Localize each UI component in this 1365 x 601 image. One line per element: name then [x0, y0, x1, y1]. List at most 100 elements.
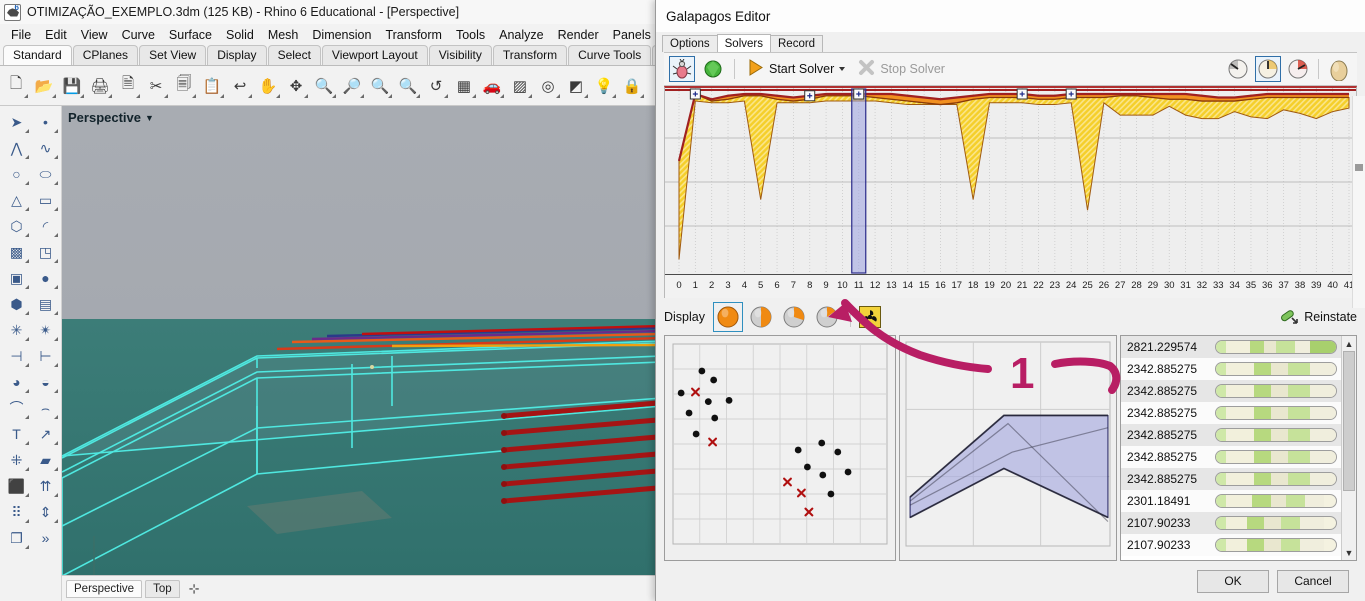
mirror-icon[interactable]: ▰ [31, 447, 60, 473]
render-car-icon[interactable]: 🚗 [479, 73, 505, 99]
open-folder-icon[interactable]: 📂 [31, 73, 57, 99]
rhino-tab-display[interactable]: Display [207, 45, 267, 65]
copy-icon[interactable]: 🗐 [171, 73, 197, 99]
boolean-difference-icon[interactable]: ◕ [2, 369, 31, 395]
polyline-icon[interactable]: ⋀ [2, 135, 31, 161]
chevron-up-icon[interactable]: ▲ [1342, 336, 1356, 351]
print-icon[interactable]: 🖨 [87, 73, 113, 99]
genome-list-row[interactable]: 2342.885275 [1121, 468, 1341, 490]
offset-curve-icon[interactable]: ⌢ [31, 395, 60, 421]
boolean-intersection-icon[interactable]: ◒ [31, 369, 60, 395]
export-icon[interactable]: 🗎 [115, 73, 141, 99]
menu-item-edit[interactable]: Edit [38, 26, 74, 44]
boolean-union-icon[interactable]: ✳ [2, 317, 31, 343]
viewport-tab-bar[interactable]: Perspective Top ⊹ [62, 575, 660, 601]
copy-objects-icon[interactable]: ❐ [2, 525, 31, 551]
rhino-menubar[interactable]: File Edit View Curve Surface Solid Mesh Dimensi… [0, 24, 660, 45]
menu-item-render[interactable]: Render [551, 26, 606, 44]
menu-item-panels[interactable]: Panels [606, 26, 658, 44]
menu-item-file[interactable]: File [4, 26, 38, 44]
fitness-chart-plot[interactable] [665, 88, 1356, 274]
rhino-perspective-viewport[interactable]: Perspective ▼ Perspective Top ⊹ [62, 106, 660, 601]
save-icon[interactable]: 💾 [59, 73, 85, 99]
galapagos-solver-toolbar[interactable]: Start Solver Stop Solver [664, 52, 1357, 86]
fitness-display-full-icon[interactable] [713, 302, 743, 332]
text-icon[interactable]: T [2, 421, 31, 447]
egg-icon[interactable] [1326, 56, 1352, 82]
menu-item-solid[interactable]: Solid [219, 26, 261, 44]
sphere-icon[interactable]: ● [31, 265, 60, 291]
fillet-curve-icon[interactable]: ⌒ [2, 395, 31, 421]
extrude-surface-icon[interactable]: ◳ [31, 239, 60, 265]
genome-list-row[interactable]: 2342.885275 [1121, 424, 1341, 446]
genome-gene-bar[interactable] [1215, 516, 1337, 530]
ok-button[interactable]: OK [1197, 569, 1269, 593]
rhino-tab-select[interactable]: Select [267, 45, 321, 65]
pan-hand-icon[interactable]: ✋ [255, 73, 281, 99]
group-icon[interactable]: ⁜ [2, 447, 31, 473]
polygon-triangle-icon[interactable]: △ [2, 187, 31, 213]
rhino-tab-transform[interactable]: Transform [492, 45, 568, 65]
rhino-standard-toolbar[interactable]: 🗋 📂 💾 🖨 🗎 ✂ 🗐 📋 ↩ ✋ ✥ 🔍 🔎 🔍 🔍 ↺ ▦ 🚗 ▨ ◎ ◩ 💡 🔒 [0, 66, 660, 106]
light-bulb-icon[interactable]: 💡 [591, 73, 617, 99]
offset-surface-icon[interactable]: ⇈ [31, 473, 60, 499]
chevron-down-icon[interactable] [839, 67, 846, 71]
gauge-medium-icon[interactable] [1255, 56, 1281, 82]
explode-icon[interactable]: ✴ [31, 317, 60, 343]
galapagos-tab-options[interactable]: Options [662, 35, 718, 52]
point-icon[interactable]: • [31, 109, 60, 135]
solver-speed-group[interactable] [1225, 56, 1352, 82]
paste-icon[interactable]: 📋 [199, 73, 225, 99]
scrollbar-thumb[interactable] [1355, 164, 1363, 171]
menu-item-mesh[interactable]: Mesh [261, 26, 306, 44]
polygon-icon[interactable]: ⬡ [2, 213, 31, 239]
stop-solver-button[interactable]: Stop Solver [854, 57, 949, 81]
scrollbar-thumb[interactable] [1343, 351, 1355, 491]
cylinder-icon[interactable]: ⬢ [2, 291, 31, 317]
viewport-label[interactable]: Perspective ▼ [68, 110, 154, 125]
genome-list-row[interactable]: 2821.229574 [1121, 336, 1341, 358]
zoom-selected-icon[interactable]: 🔍 [395, 73, 421, 99]
cancel-button[interactable]: Cancel [1277, 569, 1349, 593]
gauge-slow-icon[interactable] [1225, 56, 1251, 82]
rotate-view-icon[interactable]: ✥ [283, 73, 309, 99]
genome-gene-bar[interactable] [1215, 450, 1337, 464]
surface-grid-icon[interactable]: ▤ [31, 291, 60, 317]
menu-item-curve[interactable]: Curve [115, 26, 162, 44]
rhino-toolbar-tabs[interactable]: Standard CPlanes Set View Display Select View… [0, 45, 660, 66]
rectangle-icon[interactable]: ▭ [31, 187, 60, 213]
viewport-layout-icon[interactable]: ▦ [451, 73, 477, 99]
genome-gene-bar[interactable] [1215, 428, 1337, 442]
circle-icon[interactable]: ○ [2, 161, 31, 187]
fitness-chart-panel[interactable]: 0 1 2 3 4 5 6 7 8 9 10 11 12 13 14 15 16 17 18 19 20 21 22 23 24… [664, 86, 1357, 298]
lock-icon[interactable]: 🔒 [619, 73, 645, 99]
gauge-fast-icon[interactable] [1285, 56, 1311, 82]
genome-list-row[interactable]: 2107.90233 [1121, 512, 1341, 534]
ellipse-icon[interactable]: ⬭ [31, 161, 60, 187]
rhino-tab-curve-tools[interactable]: Curve Tools [568, 45, 652, 65]
display-egg-group[interactable] [713, 302, 842, 332]
fitness-display-half-icon[interactable] [746, 302, 776, 332]
page-scrollbar[interactable] [1352, 96, 1365, 308]
chevron-down-icon[interactable]: ▼ [1342, 545, 1356, 560]
galapagos-tab-solvers[interactable]: Solvers [716, 34, 771, 52]
start-solver-button[interactable]: Start Solver [743, 57, 849, 81]
menu-item-tools[interactable]: Tools [449, 26, 492, 44]
control-point-curve-icon[interactable]: ∿ [31, 135, 60, 161]
menu-item-analyze[interactable]: Analyze [492, 26, 550, 44]
scale-icon[interactable]: ⇕ [31, 499, 60, 525]
arc-icon[interactable]: ◜ [31, 213, 60, 239]
genome-gene-bar[interactable] [1215, 406, 1337, 420]
circle-center-icon[interactable]: ◎ [535, 73, 561, 99]
genome-list-row[interactable]: 2342.885275 [1121, 358, 1341, 380]
add-viewport-icon[interactable]: ⊹ [183, 581, 206, 597]
zoom-previous-icon[interactable]: ↺ [423, 73, 449, 99]
viewport-tab-top[interactable]: Top [145, 579, 180, 598]
genome-list-row[interactable]: 2301.18491 [1121, 490, 1341, 512]
green-gem-icon[interactable] [700, 56, 726, 82]
zoom-window-icon[interactable]: 🔎 [339, 73, 365, 99]
galapagos-bug-icon[interactable] [669, 56, 695, 82]
menu-item-dimension[interactable]: Dimension [305, 26, 378, 44]
more-tools-icon[interactable]: » [31, 525, 60, 551]
rhino-tab-standard[interactable]: Standard [3, 45, 72, 65]
